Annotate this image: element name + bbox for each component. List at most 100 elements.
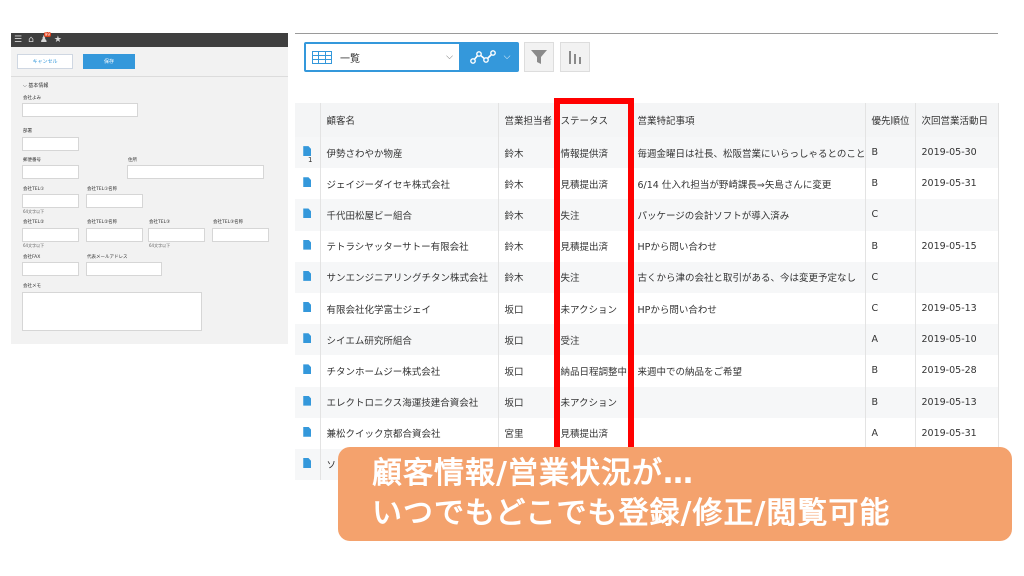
label-tel3-name: 会社TEL③名称 [213, 220, 244, 225]
graph-view-button[interactable]: ⌵ [461, 42, 519, 72]
column-header[interactable]: 次回営業活動日 [915, 103, 999, 137]
customer-name-cell: テトラシヤッターサトー有限会社 [320, 230, 499, 262]
filter-button[interactable] [524, 42, 554, 72]
document-icon[interactable] [303, 270, 312, 281]
record-detail-cell[interactable] [295, 230, 321, 262]
next-activity-date-cell [915, 261, 999, 293]
label-tel2: 会社TEL② [23, 220, 45, 225]
column-header[interactable]: 優先順位 [865, 103, 916, 137]
callout-line-1: 顧客情報/営業状況が… [372, 456, 694, 491]
section-toggle-basic-info[interactable]: ⌵ 基本情報 [23, 82, 48, 89]
record-detail-cell[interactable] [295, 324, 321, 356]
postal-code-input[interactable] [22, 165, 79, 179]
column-header[interactable]: 営業担当者 [498, 103, 555, 137]
cancel-button[interactable]: キャンセル [17, 54, 73, 69]
table-row[interactable]: 1 伊勢さわやか物産 鈴木 情報提供済 毎週金曜日は社長、松阪営業にいらっしゃるとのこと… [295, 137, 999, 169]
email-input[interactable] [86, 262, 162, 276]
document-icon[interactable] [303, 364, 312, 375]
label-tel2-name: 会社TEL②名称 [87, 220, 118, 225]
customer-name-cell: 伊勢さわやか物産 [320, 137, 499, 169]
document-icon[interactable] [303, 302, 312, 313]
form-divider [11, 76, 288, 77]
home-icon[interactable]: ⌂ [28, 35, 34, 45]
notification-icon[interactable]: ♟ 99 [40, 31, 51, 45]
tel1-name-input[interactable] [86, 194, 143, 208]
record-detail-cell[interactable] [295, 292, 321, 325]
next-activity-date-cell: 2019-05-10 [915, 324, 999, 356]
company-kana-input[interactable] [22, 103, 138, 117]
record-detail-cell[interactable] [295, 261, 321, 293]
record-edit-form: ☰ ⌂ ♟ 99 ★ キャンセル 保存 ⌵ 基本情報 会社よみ 部署 郵便番号 住… [11, 31, 288, 344]
record-detail-cell[interactable] [295, 448, 321, 481]
next-activity-date-cell: 2019-05-15 [915, 230, 999, 262]
customer-name-cell: 兼松クイック京都合資会社 [320, 417, 499, 449]
table-row[interactable]: チタンホームジー株式会社 坂口 納品日程調整中 来週中での納品をご希望 B 2019-05… [295, 355, 999, 387]
table-row[interactable]: ジェイジーダイセキ株式会社 鈴木 見積提出済 6/14 仕入れ担当が野崎課長⇒矢島さん… [295, 168, 999, 200]
document-icon[interactable] [303, 457, 312, 468]
priority-cell: B [865, 386, 916, 418]
sales-note-cell: 6/14 仕入れ担当が野崎課長⇒矢島さんに変更 [631, 168, 866, 200]
record-detail-cell[interactable] [295, 386, 321, 418]
record-detail-cell[interactable] [295, 355, 321, 387]
label-postal-code: 郵便番号 [23, 158, 41, 163]
tel1-input[interactable] [22, 194, 79, 208]
record-detail-cell[interactable] [295, 417, 321, 449]
document-icon[interactable] [303, 426, 312, 437]
callout-line-2: いつでもどこでも登録/修正/閲覧可能 [372, 496, 891, 531]
fax-input[interactable] [22, 262, 79, 276]
table-row[interactable]: サンエンジニアリングチタン株式会社 鈴木 失注 古くから津の会社と取引がある、今は変更… [295, 261, 999, 293]
table-row[interactable]: 兼松クイック京都合資会社 宮里 見積提出済 A 2019-05-31 [295, 417, 999, 449]
tel3-name-input[interactable] [212, 228, 269, 242]
sales-rep-cell: 鈴木 [498, 199, 555, 231]
next-activity-date-cell: 2019-05-28 [915, 355, 999, 387]
customer-name-cell: シイエム研究所組合 [320, 324, 499, 356]
sales-rep-cell: 鈴木 [498, 230, 555, 262]
document-icon[interactable] [303, 177, 312, 188]
sales-note-cell: HPから問い合わせ [631, 292, 866, 325]
priority-cell: B [865, 137, 916, 169]
label-memo: 会社メモ [23, 284, 41, 289]
label-tel3: 会社TEL③ [149, 220, 171, 225]
sales-rep-cell: 鈴木 [498, 137, 555, 169]
address-input[interactable] [127, 165, 264, 179]
record-detail-cell[interactable]: 1 [295, 137, 321, 169]
table-row[interactable]: エレクトロニクス海運技建合資会社 坂口 未アクション B 2019-05-13 [295, 386, 999, 418]
save-button[interactable]: 保存 [83, 54, 135, 69]
chevron-down-icon: ⌵ [446, 52, 453, 62]
record-detail-cell[interactable] [295, 199, 321, 231]
column-header[interactable]: 営業特記事項 [631, 103, 866, 137]
column-header[interactable]: 顧客名 [320, 103, 499, 137]
tel3-input[interactable] [148, 228, 205, 242]
star-icon[interactable]: ★ [54, 35, 62, 45]
memo-textarea[interactable] [22, 292, 202, 331]
tel2-input[interactable] [22, 228, 79, 242]
tel2-name-input[interactable] [86, 228, 143, 242]
customer-name-cell: エレクトロニクス海運技建合資会社 [320, 386, 499, 418]
column-header [295, 103, 321, 137]
next-activity-date-cell: 2019-05-31 [915, 168, 999, 200]
view-selector[interactable]: 一覧 ⌵ [304, 42, 461, 72]
sales-rep-cell: 鈴木 [498, 261, 555, 293]
document-icon[interactable] [303, 208, 312, 219]
table-row[interactable]: 千代田松屋ビー組合 鈴木 失注 パッケージの会計ソフトが導入済み C [295, 199, 999, 231]
sales-note-cell: HPから問い合わせ [631, 230, 866, 262]
sales-note-cell [631, 386, 866, 418]
menu-icon[interactable]: ☰ [14, 35, 22, 45]
priority-cell: B [865, 168, 916, 200]
sales-rep-cell: 鈴木 [498, 168, 555, 200]
department-input[interactable] [22, 137, 79, 151]
customer-name-cell: ジェイジーダイセキ株式会社 [320, 168, 499, 200]
table-row[interactable]: 有限会社化学富士ジェイ 坂口 未アクション HPから問い合わせ C 2019-05-13 [295, 292, 999, 325]
table-row[interactable]: シイエム研究所組合 坂口 受注 A 2019-05-10 [295, 324, 999, 356]
row-number: 1 [308, 156, 313, 164]
table-row[interactable]: テトラシヤッターサトー有限会社 鈴木 見積提出済 HPから問い合わせ B 2019-05-… [295, 230, 999, 262]
document-icon[interactable] [303, 239, 312, 250]
chart-button[interactable] [560, 42, 590, 72]
document-icon[interactable] [303, 333, 312, 344]
label-address: 住所 [128, 158, 137, 163]
priority-cell: C [865, 292, 916, 325]
document-icon[interactable] [303, 395, 312, 406]
app-topbar: ☰ ⌂ ♟ 99 ★ [11, 31, 288, 47]
record-detail-cell[interactable] [295, 168, 321, 200]
document-icon[interactable] [303, 146, 312, 157]
